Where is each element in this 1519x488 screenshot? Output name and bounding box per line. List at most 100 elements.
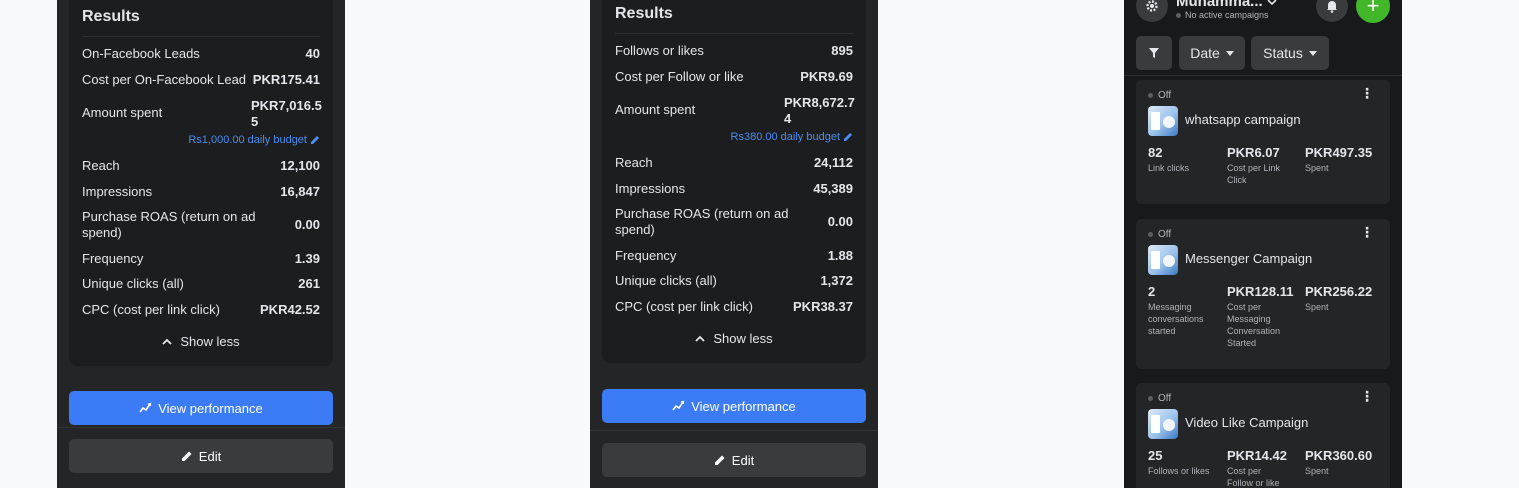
bell-icon — [1327, 1, 1337, 13]
stat-value: PKR360.60 — [1305, 448, 1373, 463]
show-less-label: Show less — [180, 334, 240, 349]
stat-label: Spent — [1305, 302, 1329, 312]
settings-button[interactable] — [1136, 0, 1168, 22]
campaign-thumbnail — [1148, 245, 1178, 275]
date-filter-label: Date — [1190, 45, 1220, 61]
chevron-up-icon — [162, 338, 173, 345]
metric-value: 12,100 — [280, 158, 320, 173]
daily-budget-link[interactable]: Rs1,000.00 daily budget — [188, 134, 320, 146]
pencil-icon — [181, 451, 192, 461]
pencil-icon — [714, 455, 725, 465]
status-dot — [1148, 93, 1153, 98]
metric-value: 24,112 — [813, 155, 853, 170]
stat-label: Spent — [1305, 466, 1329, 476]
campaign-thumbnail — [1148, 106, 1178, 136]
daily-budget-link[interactable]: Rs380.00 daily budget — [731, 131, 853, 143]
results-card: Results Follows or likes 895 Cost per Fo… — [602, 0, 866, 363]
caret-down-icon — [1308, 50, 1317, 56]
show-less-button[interactable]: Show less — [602, 331, 866, 346]
filter-icon — [1149, 48, 1159, 58]
stat-label: Messaging conversations started — [1148, 302, 1204, 336]
campaign-name: Video Like Campaign — [1185, 415, 1309, 430]
pencil-icon — [844, 133, 852, 141]
edit-label: Edit — [198, 448, 222, 464]
metric-value: PKR38.37 — [793, 299, 853, 314]
gear-icon — [1146, 0, 1158, 12]
campaign-card[interactable]: Off ⋮ Messenger Campaign 2 Messaging con… — [1136, 219, 1390, 369]
metric-value: 1.88 — [827, 248, 853, 263]
stat-value: PKR14.42 — [1227, 448, 1287, 463]
campaign-card[interactable]: Off ⋮ Video Like Campaign 25 Follows or … — [1136, 383, 1390, 488]
metric-label: Frequency — [615, 248, 677, 263]
stat-value: 82 — [1148, 145, 1163, 160]
pencil-icon — [311, 136, 319, 144]
account-switcher[interactable]: Muhamma... — [1176, 0, 1277, 10]
stat-label: Spent — [1305, 163, 1329, 173]
metric-value: PKR42.52 — [260, 302, 320, 317]
edit-button[interactable]: Edit — [602, 443, 866, 477]
campaign-thumbnail — [1148, 409, 1178, 439]
metric-label: Purchase ROAS (return on ad spend) — [82, 209, 256, 240]
divider — [590, 430, 878, 431]
metric-label: Reach — [82, 158, 120, 173]
divider — [82, 36, 320, 37]
campaign-status: Off — [1148, 229, 1171, 240]
campaign-name: whatsapp campaign — [1185, 112, 1301, 127]
account-name: Muhamma... — [1176, 0, 1263, 10]
metric-label: Unique clicks (all) — [615, 273, 717, 288]
status-dot — [1148, 232, 1153, 237]
plus-icon: + — [1366, 0, 1380, 18]
campaign-list-panel: Muhamma... No active campaigns + Date St… — [1124, 0, 1402, 488]
divider — [615, 33, 853, 34]
campaign-status-text: Off — [1158, 90, 1172, 101]
campaign-details-panel-1: Results On-Facebook Leads 40 Cost per On… — [57, 0, 345, 488]
metric-value: 45,389 — [813, 181, 853, 196]
edit-label: Edit — [731, 452, 755, 468]
stat-value: PKR6.07 — [1227, 145, 1280, 160]
metric-label: CPC (cost per link click) — [82, 302, 220, 317]
status-filter-label: Status — [1263, 45, 1303, 61]
campaign-details-panel-2: Results Follows or likes 895 Cost per Fo… — [590, 0, 878, 488]
campaign-status-text: Off — [1158, 229, 1172, 240]
edit-button[interactable]: Edit — [69, 439, 333, 473]
notifications-button[interactable] — [1316, 0, 1348, 22]
view-performance-button[interactable]: View performance — [69, 391, 333, 425]
account-status-text: No active campaigns — [1185, 10, 1269, 20]
metric-value: PKR175.41 — [252, 72, 320, 87]
create-campaign-button[interactable]: + — [1356, 0, 1390, 23]
campaign-status: Off — [1148, 393, 1171, 404]
chevron-down-icon — [1267, 0, 1277, 6]
stat-value: 2 — [1148, 284, 1156, 299]
metric-label: Impressions — [82, 184, 153, 199]
more-options-icon[interactable]: ⋮ — [1360, 389, 1374, 403]
account-status: No active campaigns — [1176, 10, 1269, 20]
daily-budget-text: Rs380.00 daily budget — [730, 131, 840, 143]
campaign-card[interactable]: Off ⋮ whatsapp campaign 82 Link clicks P… — [1136, 80, 1390, 204]
view-performance-label: View performance — [158, 400, 263, 416]
view-performance-button[interactable]: View performance — [602, 389, 866, 423]
show-less-button[interactable]: Show less — [69, 334, 333, 349]
metric-value: 1,372 — [820, 273, 853, 288]
stat-label: Cost per Messaging Conversation Started — [1227, 302, 1281, 348]
metric-label: On-Facebook Leads — [82, 46, 200, 61]
stat-label: Follows or likes — [1148, 466, 1210, 476]
metric-value: 1.39 — [294, 251, 320, 266]
more-options-icon[interactable]: ⋮ — [1360, 86, 1374, 100]
metric-value: PKR9.69 — [800, 69, 853, 84]
metric-label: Amount spent — [615, 102, 696, 117]
metric-label: Impressions — [615, 181, 686, 196]
status-filter-dropdown[interactable]: Status — [1251, 36, 1329, 70]
view-performance-label: View performance — [691, 398, 796, 414]
date-filter-dropdown[interactable]: Date — [1179, 36, 1245, 70]
metric-value: PKR8,672.7 4 — [784, 95, 855, 126]
metric-label: Cost per Follow or like — [615, 69, 744, 84]
metric-value: 0.00 — [827, 214, 853, 229]
metric-label: Frequency — [82, 251, 144, 266]
metric-value: 261 — [298, 276, 320, 291]
results-title: Results — [615, 5, 673, 22]
more-options-icon[interactable]: ⋮ — [1360, 225, 1374, 239]
divider — [57, 427, 345, 428]
stat-value: PKR256.22 — [1305, 284, 1373, 299]
metric-value: 16,847 — [280, 184, 320, 199]
filter-button[interactable] — [1136, 36, 1172, 70]
